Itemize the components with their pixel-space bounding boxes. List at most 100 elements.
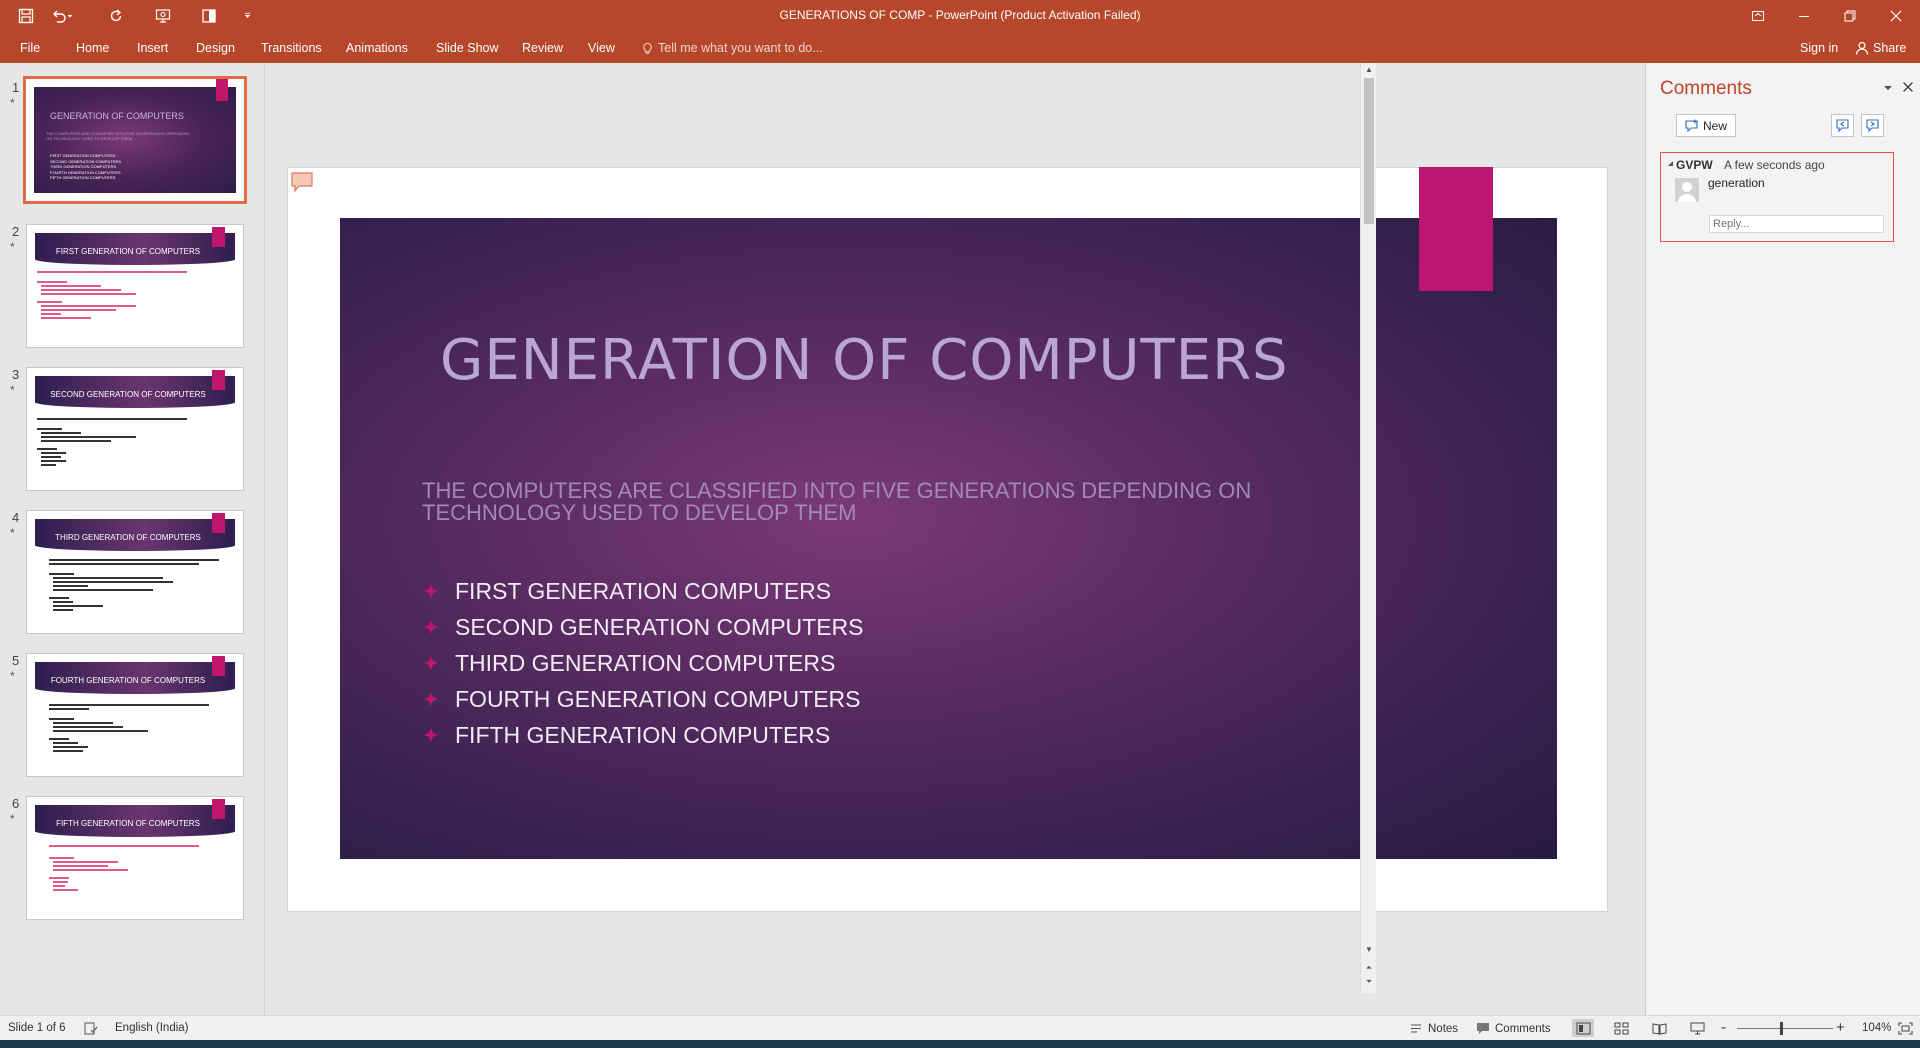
- sign-in-link[interactable]: Sign in: [1800, 38, 1838, 58]
- thumbnail-text-line: [53, 889, 78, 891]
- slide-thumbnail-5[interactable]: 5 * FOURTH GENERATION OF COMPUTERS: [0, 653, 262, 781]
- slide-number: 4: [12, 510, 20, 525]
- zoom-out-button[interactable]: -: [1721, 1019, 1726, 1036]
- pane-options-icon[interactable]: [1882, 82, 1894, 94]
- close-window-icon[interactable]: [1873, 0, 1919, 31]
- comments-button[interactable]: Comments: [1476, 1022, 1551, 1035]
- ribbon-tab-bar: File Home Insert Design Transitions Anim…: [0, 31, 1920, 63]
- tab-slide-show[interactable]: Slide Show: [436, 38, 499, 58]
- next-slide-icon[interactable]: ⏷: [1364, 977, 1374, 987]
- thumbnail-flag: [212, 513, 225, 533]
- save-icon[interactable]: [9, 0, 43, 31]
- bullet-text: FIFTH GENERATION COMPUTERS: [455, 722, 831, 748]
- comment-icon: [1477, 1023, 1489, 1034]
- slide-subtitle[interactable]: THE COMPUTERS ARE CLASSIFIED INTO FIVE G…: [422, 480, 1302, 524]
- previous-comment-button[interactable]: [1831, 114, 1854, 137]
- slide-editor: GENERATION OF COMPUTERS THE COMPUTERS AR…: [266, 63, 1629, 1015]
- zoom-level[interactable]: 104%: [1862, 1022, 1891, 1034]
- new-comment-button[interactable]: New: [1676, 114, 1736, 137]
- tab-transitions[interactable]: Transitions: [261, 38, 322, 58]
- slide-number: 2: [12, 224, 20, 239]
- animation-marker: *: [10, 526, 15, 540]
- redo-icon[interactable]: [99, 0, 133, 31]
- tell-me-search[interactable]: Tell me what you want to do...: [641, 38, 823, 58]
- thumbnail-list-item: FIFTH GENERATION COMPUTERS: [50, 175, 116, 180]
- thumbnail-title: FIRST GENERATION OF COMPUTERS: [55, 247, 201, 256]
- animation-marker: *: [10, 669, 15, 683]
- thumbnail-title-band: FIFTH GENERATION OF COMPUTERS: [35, 805, 235, 837]
- undo-dropdown-icon[interactable]: [62, 0, 78, 31]
- close-pane-icon[interactable]: [1902, 81, 1914, 93]
- bullet-text: FOURTH GENERATION COMPUTERS: [455, 686, 861, 712]
- restore-icon[interactable]: [1827, 0, 1873, 31]
- reply-input[interactable]: [1709, 215, 1884, 233]
- thumbnail-flag: [212, 799, 225, 819]
- tab-insert[interactable]: Insert: [137, 38, 168, 58]
- collapse-thread-icon[interactable]: [1667, 160, 1674, 167]
- person-icon: [1678, 182, 1696, 202]
- thumbnail-title-band: SECOND GENERATION OF COMPUTERS: [35, 376, 235, 408]
- slide-layout-icon[interactable]: [192, 0, 226, 31]
- thumbnail-text-line: [49, 597, 69, 599]
- share-button[interactable]: Share: [1855, 38, 1906, 58]
- thumbnail-text-line: [37, 428, 62, 430]
- reading-view-icon[interactable]: [1648, 1019, 1670, 1037]
- slide-show-view-icon[interactable]: [1686, 1019, 1708, 1037]
- animation-marker: *: [10, 383, 15, 397]
- slide-sorter-view-icon[interactable]: [1610, 1019, 1632, 1037]
- comment-marker-icon[interactable]: [290, 171, 314, 193]
- scrollbar-thumb[interactable]: [1364, 78, 1374, 224]
- thumbnail-text-line: [53, 865, 108, 867]
- thumbnail-list: FIRST GENERATION COMPUTERS SECOND GENERA…: [50, 153, 121, 181]
- comment-author: GVPW: [1676, 158, 1713, 172]
- slide-bullet-list[interactable]: FIRST GENERATION COMPUTERS SECOND GENERA…: [424, 573, 864, 753]
- previous-slide-icon[interactable]: ⏶: [1364, 963, 1374, 973]
- thumbnail-text-line: [53, 722, 113, 724]
- slide-title[interactable]: GENERATION OF COMPUTERS: [440, 328, 1289, 393]
- comment-time: A few seconds ago: [1724, 158, 1825, 172]
- tab-animations[interactable]: Animations: [346, 38, 408, 58]
- zoom-slider-thumb[interactable]: [1780, 1022, 1783, 1035]
- customize-toolbar-icon[interactable]: [237, 0, 257, 31]
- slide-thumbnail-4[interactable]: 4 * THIRD GENERATION OF COMPUTERS: [0, 510, 262, 638]
- bullet-item: THIRD GENERATION COMPUTERS: [424, 645, 864, 681]
- ribbon-display-options-icon[interactable]: [1735, 0, 1781, 31]
- thumbnail-text-line: [41, 317, 91, 319]
- thumbnail-text-line: [37, 281, 67, 283]
- scroll-up-icon[interactable]: ▲: [1364, 65, 1374, 75]
- slide-thumbnail-2[interactable]: 2 * FIRST GENERATION OF COMPUTERS: [0, 224, 262, 352]
- zoom-slider[interactable]: [1737, 1028, 1833, 1029]
- thumbnail-text-line: [41, 293, 136, 295]
- vertical-scrollbar[interactable]: ▲ ▼ ⏶ ⏷: [1360, 63, 1376, 993]
- spelling-check-icon[interactable]: [84, 1022, 98, 1035]
- fit-slide-to-window-icon[interactable]: [1894, 1019, 1916, 1037]
- tab-design[interactable]: Design: [196, 38, 235, 58]
- normal-view-icon[interactable]: [1572, 1019, 1594, 1037]
- tab-file[interactable]: File: [20, 38, 40, 58]
- language-indicator[interactable]: English (India): [115, 1022, 189, 1034]
- zoom-in-button[interactable]: +: [1836, 1019, 1845, 1036]
- thumbnail-subtitle: THE COMPUTERS ARE CLASSIFIED INTO FIVE G…: [46, 131, 190, 141]
- notes-button[interactable]: Notes: [1409, 1022, 1458, 1035]
- bullet-item: FIRST GENERATION COMPUTERS: [424, 573, 864, 609]
- thumbnail-text-line: [49, 857, 74, 859]
- slide-thumbnail-1[interactable]: 1 * GENERATION OF COMPUTERS THE COMPUTER…: [0, 76, 262, 208]
- slide-thumbnail-6[interactable]: 6 * FIFTH GENERATION OF COMPUTERS: [0, 796, 262, 924]
- slide-indicator[interactable]: Slide 1 of 6: [8, 1022, 66, 1034]
- thumbnail-title: THIRD GENERATION OF COMPUTERS: [55, 533, 201, 542]
- comment-card[interactable]: GVPW A few seconds ago generation: [1660, 152, 1894, 242]
- slide-thumbnail-3[interactable]: 3 * SECOND GENERATION OF COMPUTERS: [0, 367, 262, 495]
- bullet-diamond-icon: [424, 620, 438, 634]
- tab-home[interactable]: Home: [76, 38, 109, 58]
- start-from-beginning-icon[interactable]: [146, 0, 180, 31]
- thumbnail-list-item: FIRST GENERATION COMPUTERS: [50, 153, 116, 158]
- minimize-icon[interactable]: [1781, 0, 1827, 31]
- scroll-down-icon[interactable]: ▼: [1364, 945, 1374, 955]
- tab-review[interactable]: Review: [522, 38, 563, 58]
- next-comment-button[interactable]: [1861, 114, 1884, 137]
- thumbnail-title-band: FIRST GENERATION OF COMPUTERS: [35, 233, 235, 265]
- thumbnail-list-item: THIRD GENERATION COMPUTERS: [50, 164, 117, 169]
- slide-number: 5: [12, 653, 20, 668]
- tab-view[interactable]: View: [588, 38, 615, 58]
- thumbnail-text-line: [49, 704, 209, 706]
